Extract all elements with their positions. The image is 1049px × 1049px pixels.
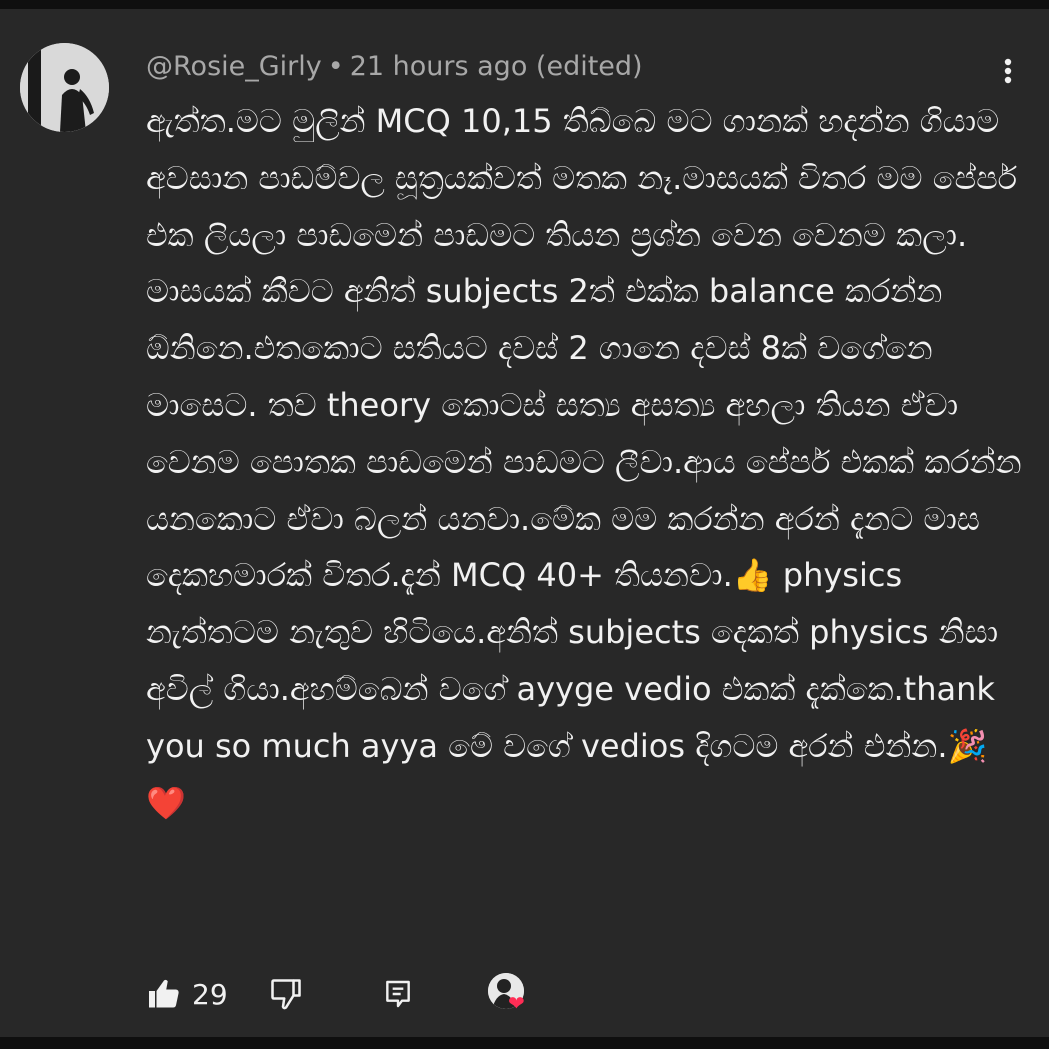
comment-timestamp[interactable]: 21 hours ago (edited) [350,51,643,82]
more-vert-icon [1004,58,1012,84]
meta-separator: • [327,51,344,82]
thumbs-down-icon [271,979,301,1010]
comment-text: ඇත්ත.මට මුලින් MCQ 10,15 තිබ්බෙ මට ගානක්… [146,102,1022,822]
dislike-button[interactable] [268,971,304,1017]
author-avatar[interactable] [20,43,109,132]
like-button[interactable]: 29 [146,971,228,1017]
avatar-silhouette-icon [20,43,109,132]
comment-card: @Rosie_Girly • 21 hours ago (edited) ඇත්ත.… [0,9,1049,1037]
reply-icon [386,980,410,1008]
reply-button[interactable] [382,971,414,1017]
author-name[interactable]: @Rosie_Girly [146,51,322,82]
creator-heart: ❤ [488,973,532,1017]
comment-meta: @Rosie_Girly • 21 hours ago (edited) [146,49,643,85]
thumbs-up-icon [149,979,179,1008]
more-options-button[interactable] [990,53,1026,89]
like-count: 29 [192,977,228,1011]
comment-actions: 29 ❤ [146,971,566,1017]
creator-heart-icon: ❤ [508,991,525,1015]
